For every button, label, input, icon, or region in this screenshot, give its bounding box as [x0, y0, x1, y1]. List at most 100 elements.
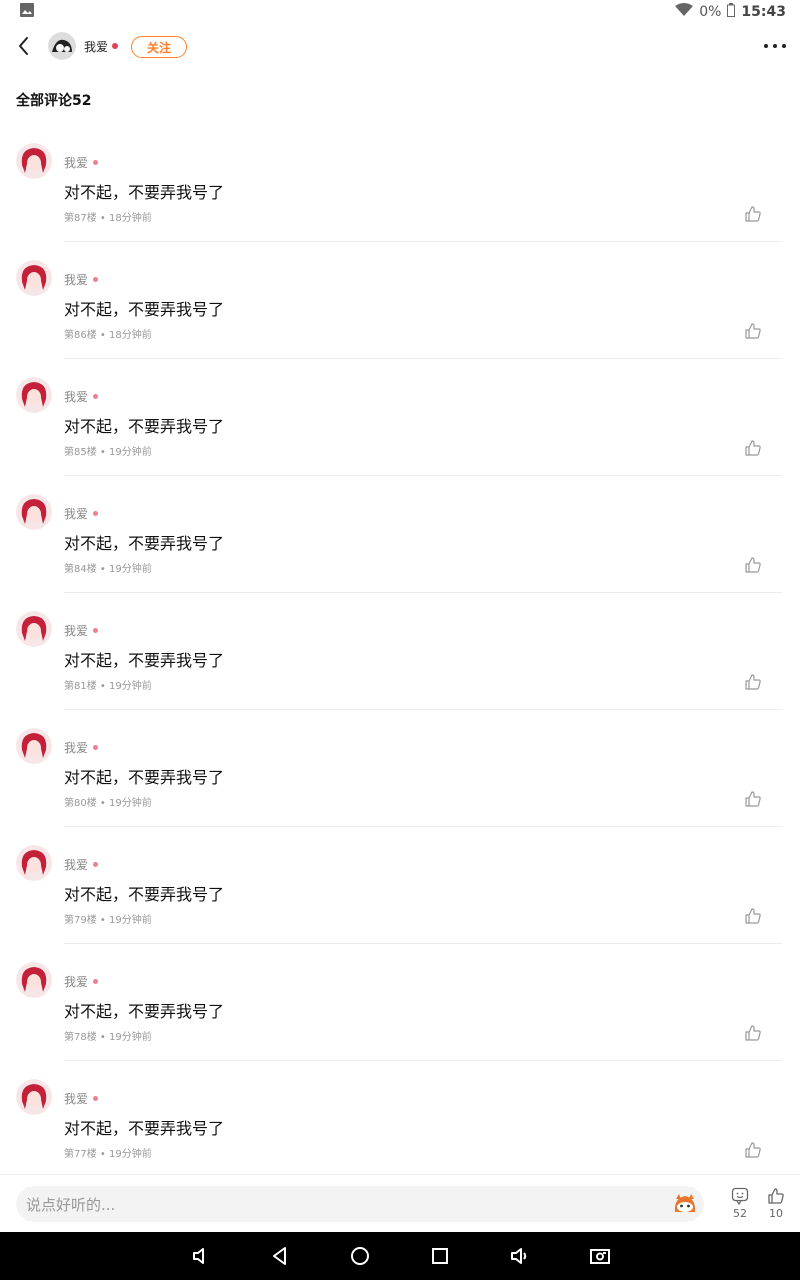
comment-input[interactable]: 说点好听的...	[16, 1186, 704, 1222]
author-dot	[93, 511, 98, 516]
status-bar: 0% 15:43	[0, 0, 800, 24]
comment-text: 对不起，不要弄我号了	[64, 885, 225, 904]
comment-author[interactable]: 我爱	[64, 505, 88, 522]
avatar[interactable]	[16, 143, 52, 179]
comment-text: 对不起，不要弄我号了	[64, 768, 225, 787]
emoji-icon	[674, 1194, 696, 1212]
avatar[interactable]	[16, 377, 52, 413]
header-avatar[interactable]	[48, 32, 76, 60]
online-dot	[112, 43, 118, 49]
comment-item: 我爱 对不起，不要弄我号了 第86楼 • 18分钟前	[0, 242, 800, 359]
author-dot	[93, 277, 98, 282]
author-dot	[93, 1096, 98, 1101]
back-button[interactable]	[12, 34, 36, 58]
avatar[interactable]	[16, 260, 52, 296]
comment-list: 我爱 对不起，不要弄我号了 第87楼 • 18分钟前 我爱 对不起，不要弄我号了…	[0, 125, 800, 1178]
comment-text: 对不起，不要弄我号了	[64, 1119, 225, 1138]
comment-meta: 第77楼 • 19分钟前	[64, 1149, 152, 1160]
follow-button[interactable]: 关注	[131, 36, 187, 58]
thumb-up-icon	[768, 1188, 784, 1204]
like-button[interactable]	[744, 790, 762, 808]
comment-meta: 第78楼 • 19分钟前	[64, 1032, 152, 1043]
comment-meta: 第81楼 • 19分钟前	[64, 681, 152, 692]
comment-item: 我爱 对不起，不要弄我号了 第81楼 • 19分钟前	[0, 593, 800, 710]
image-icon	[20, 3, 34, 21]
camera-icon	[590, 1249, 610, 1264]
like-button[interactable]	[744, 205, 762, 223]
section-title: 全部评论52	[16, 93, 92, 109]
thumb-up-icon	[745, 557, 761, 573]
comment-text: 对不起，不要弄我号了	[64, 183, 225, 202]
avatar[interactable]	[16, 494, 52, 530]
thumb-up-icon	[745, 440, 761, 456]
back-triangle-icon	[273, 1247, 286, 1265]
thumb-up-icon	[745, 1142, 761, 1158]
system-nav-bar	[0, 1232, 800, 1280]
comment-text: 对不起，不要弄我号了	[64, 651, 225, 670]
comment-text: 对不起，不要弄我号了	[64, 1002, 225, 1021]
comment-count: 52	[733, 1207, 747, 1220]
comment-item: 我爱 对不起，不要弄我号了 第85楼 • 19分钟前	[0, 359, 800, 476]
author-dot	[93, 628, 98, 633]
status-time: 15:43	[741, 4, 786, 20]
emoji-button[interactable]	[672, 1190, 698, 1216]
volume-up-button[interactable]	[508, 1244, 532, 1268]
like-button[interactable]	[744, 439, 762, 457]
comment-icon	[731, 1187, 749, 1205]
like-button[interactable]	[744, 907, 762, 925]
home-circle-icon	[351, 1247, 369, 1265]
comment-author[interactable]: 我爱	[64, 154, 88, 171]
like-count: 10	[769, 1207, 783, 1220]
comment-text: 对不起，不要弄我号了	[64, 300, 225, 319]
comment-meta: 第85楼 • 19分钟前	[64, 447, 152, 458]
like-button[interactable]	[744, 673, 762, 691]
home-nav-button[interactable]	[348, 1244, 372, 1268]
comment-item: 我爱 对不起，不要弄我号了 第87楼 • 18分钟前	[0, 125, 800, 242]
like-button[interactable]	[744, 556, 762, 574]
like-button[interactable]	[744, 1024, 762, 1042]
like-button[interactable]	[744, 1141, 762, 1159]
comment-text: 对不起，不要弄我号了	[64, 417, 225, 436]
header-username[interactable]: 我爱	[84, 38, 108, 55]
author-dot	[93, 862, 98, 867]
more-icon	[764, 44, 768, 48]
comment-meta: 第84楼 • 19分钟前	[64, 564, 152, 575]
comment-item: 我爱 对不起，不要弄我号了 第80楼 • 19分钟前	[0, 710, 800, 827]
thumb-up-icon	[745, 1025, 761, 1041]
comment-author[interactable]: 我爱	[64, 739, 88, 756]
comment-author[interactable]: 我爱	[64, 388, 88, 405]
comment-author[interactable]: 我爱	[64, 973, 88, 990]
screenshot-button[interactable]	[588, 1244, 612, 1268]
comment-item: 我爱 对不起，不要弄我号了 第79楼 • 19分钟前	[0, 827, 800, 944]
avatar[interactable]	[16, 728, 52, 764]
thumb-up-icon	[745, 206, 761, 222]
thumb-up-icon	[745, 908, 761, 924]
comment-author[interactable]: 我爱	[64, 622, 88, 639]
back-nav-button[interactable]	[268, 1244, 292, 1268]
recents-nav-button[interactable]	[428, 1244, 452, 1268]
avatar[interactable]	[16, 845, 52, 881]
author-dot	[93, 745, 98, 750]
comment-item: 我爱 对不起，不要弄我号了 第78楼 • 19分钟前	[0, 944, 800, 1061]
thumb-up-icon	[745, 791, 761, 807]
comment-item: 我爱 对不起，不要弄我号了 第77楼 • 19分钟前	[0, 1061, 800, 1178]
comment-meta: 第87楼 • 18分钟前	[64, 213, 152, 224]
comment-meta: 第79楼 • 19分钟前	[64, 915, 152, 926]
comment-author[interactable]: 我爱	[64, 1090, 88, 1107]
avatar[interactable]	[16, 611, 52, 647]
comment-text: 对不起，不要弄我号了	[64, 534, 225, 553]
like-button[interactable]	[744, 322, 762, 340]
avatar[interactable]	[16, 1079, 52, 1115]
comment-author[interactable]: 我爱	[64, 856, 88, 873]
volume-down-button[interactable]	[189, 1244, 213, 1268]
comment-meta: 第80楼 • 19分钟前	[64, 798, 152, 809]
thumb-up-icon	[745, 323, 761, 339]
like-count-button[interactable]: 10	[764, 1187, 788, 1220]
avatar[interactable]	[16, 962, 52, 998]
more-button[interactable]	[764, 36, 786, 56]
back-icon	[19, 37, 28, 55]
comment-author[interactable]: 我爱	[64, 271, 88, 288]
author-dot	[93, 394, 98, 399]
comment-count-button[interactable]: 52	[728, 1187, 752, 1220]
volume-down-icon	[193, 1248, 204, 1264]
